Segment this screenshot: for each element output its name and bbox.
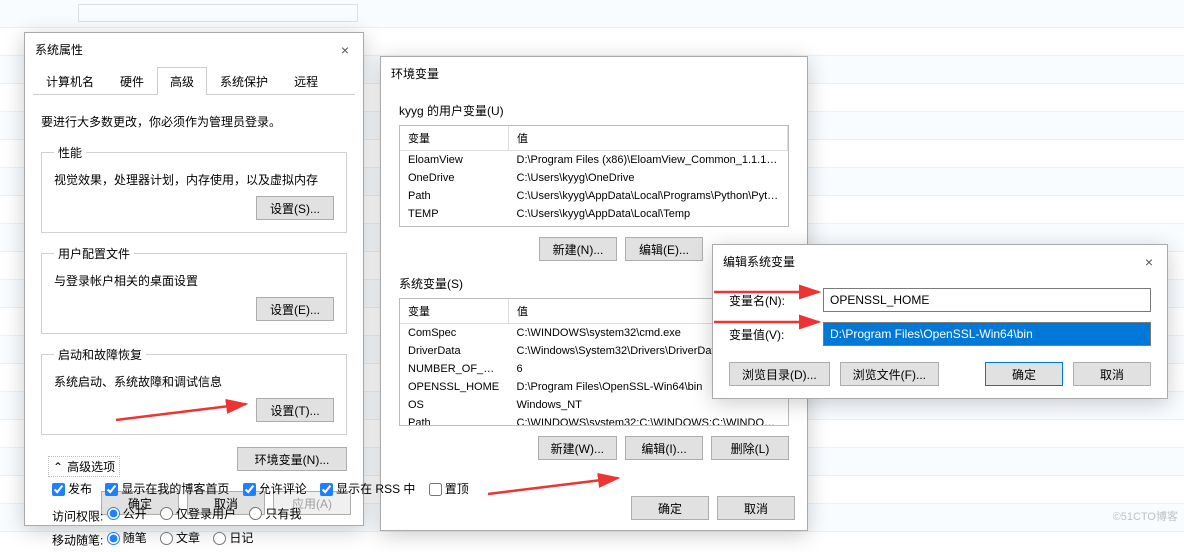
- env-ok-button[interactable]: 确定: [631, 496, 709, 520]
- sys-vars-buttons: 新建(W)... 编辑(I)... 删除(L): [399, 436, 789, 460]
- move-essay-radio[interactable]: 随笔: [107, 527, 147, 549]
- sysprops-content: 要进行大多数更改，你必须作为管理员登录。 性能 视觉效果，处理器计划，内存使用，…: [25, 95, 363, 481]
- performance-settings-button[interactable]: 设置(S)...: [256, 196, 334, 220]
- startup-text: 系统启动、系统故障和调试信息: [54, 373, 334, 390]
- user-edit-button[interactable]: 编辑(E)...: [625, 237, 703, 261]
- admin-note: 要进行大多数更改，你必须作为管理员登录。: [41, 113, 347, 130]
- performance-legend: 性能: [54, 144, 86, 161]
- tab-remote[interactable]: 远程: [281, 67, 331, 95]
- sysprops-title: 系统属性: [35, 41, 83, 58]
- show-rss-checkbox[interactable]: 显示在 RSS 中: [320, 478, 415, 500]
- table-row[interactable]: EloamViewD:\Program Files (x86)\EloamVie…: [400, 151, 788, 170]
- profiles-text: 与登录帐户相关的桌面设置: [54, 272, 334, 289]
- env-title: 环境变量: [391, 65, 439, 82]
- edit-titlebar: 编辑系统变量 ×: [713, 245, 1167, 278]
- chevron-up-icon: ⌃: [53, 460, 63, 474]
- var-value-row: 变量值(V):: [729, 322, 1151, 346]
- tab-advanced[interactable]: 高级: [157, 67, 207, 95]
- tab-hardware[interactable]: 硬件: [107, 67, 157, 95]
- browse-file-button[interactable]: 浏览文件(F)...: [840, 362, 939, 386]
- table-row[interactable]: TEMPC:\Users\kyyg\AppData\Local\Temp: [400, 205, 788, 223]
- edit-button-row: 浏览目录(D)... 浏览文件(F)... 确定 取消: [713, 356, 1167, 398]
- advanced-options-row[interactable]: ⌃ 高级选项: [48, 456, 120, 477]
- system-properties-dialog: 系统属性 × 计算机名 硬件 高级 系统保护 远程 要进行大多数更改，你必须作为…: [24, 32, 364, 526]
- table-row[interactable]: PathC:\Users\kyyg\AppData\Local\Programs…: [400, 187, 788, 205]
- var-value-label: 变量值(V):: [729, 326, 809, 343]
- advanced-options-label: 高级选项: [67, 458, 115, 475]
- close-icon[interactable]: ×: [1141, 254, 1157, 270]
- sys-new-button[interactable]: 新建(W)...: [538, 436, 617, 460]
- publish-checkbox[interactable]: 发布: [52, 478, 92, 500]
- sysprops-tabs: 计算机名 硬件 高级 系统保护 远程: [33, 66, 355, 95]
- access-public-radio[interactable]: 公开: [107, 503, 147, 525]
- access-onlyme-radio[interactable]: 只有我: [249, 503, 301, 525]
- startup-settings-button[interactable]: 设置(T)...: [256, 398, 334, 422]
- browse-directory-button[interactable]: 浏览目录(D)...: [729, 362, 830, 386]
- move-label: 移动随笔:: [52, 534, 103, 548]
- sys-edit-button[interactable]: 编辑(I)...: [625, 436, 703, 460]
- performance-group: 性能 视觉效果，处理器计划，内存使用，以及虚拟内存 设置(S)...: [41, 144, 347, 233]
- move-article-radio[interactable]: 文章: [160, 527, 200, 549]
- watermark: ©51CTO博客: [1113, 508, 1178, 524]
- edit-ok-button[interactable]: 确定: [985, 362, 1063, 386]
- profiles-group: 用户配置文件 与登录帐户相关的桌面设置 设置(E)...: [41, 245, 347, 334]
- sys-delete-button[interactable]: 删除(L): [711, 436, 789, 460]
- tab-computer-name[interactable]: 计算机名: [33, 67, 107, 95]
- env-titlebar: 环境变量: [381, 57, 807, 90]
- table-row[interactable]: OneDriveC:\Users\kyyg\OneDrive: [400, 169, 788, 187]
- table-row[interactable]: TMPC:\Users\kyyg\AppData\Local\Temp: [400, 223, 788, 227]
- var-name-label: 变量名(N):: [729, 292, 809, 309]
- partial-box-top: [78, 4, 358, 22]
- user-vars-table-wrap[interactable]: 变量值 EloamViewD:\Program Files (x86)\Eloa…: [399, 125, 789, 227]
- startup-group: 启动和故障恢复 系统启动、系统故障和调试信息 设置(T)...: [41, 346, 347, 435]
- sysprops-titlebar: 系统属性 ×: [25, 33, 363, 66]
- access-label: 访问权限:: [52, 509, 103, 523]
- var-name-row: 变量名(N):: [729, 288, 1151, 312]
- col-val[interactable]: 值: [509, 126, 788, 151]
- var-name-input[interactable]: [823, 288, 1151, 312]
- tab-system-protection[interactable]: 系统保护: [207, 67, 281, 95]
- close-icon[interactable]: ×: [337, 42, 353, 58]
- profiles-legend: 用户配置文件: [54, 245, 134, 262]
- var-value-input[interactable]: [823, 322, 1151, 346]
- user-vars-table: 变量值 EloamViewD:\Program Files (x86)\Eloa…: [400, 126, 788, 227]
- user-vars-label: kyyg 的用户变量(U): [399, 102, 789, 119]
- performance-text: 视觉效果，处理器计划，内存使用，以及虚拟内存: [54, 171, 334, 188]
- profiles-settings-button[interactable]: 设置(E)...: [256, 297, 334, 321]
- table-row[interactable]: PathC:\WINDOWS\system32;C:\WINDOWS;C:\WI…: [400, 414, 788, 426]
- show-home-checkbox[interactable]: 显示在我的博客首页: [105, 478, 229, 500]
- env-variables-button[interactable]: 环境变量(N)...: [237, 447, 347, 471]
- startup-legend: 启动和故障恢复: [54, 346, 146, 363]
- editor-options: 发布 显示在我的博客首页 允许评论 显示在 RSS 中 置顶 访问权限: 公开 …: [52, 478, 479, 552]
- access-login-radio[interactable]: 仅登录用户: [160, 503, 236, 525]
- pinned-checkbox[interactable]: 置顶: [429, 478, 469, 500]
- move-diary-radio[interactable]: 日记: [213, 527, 253, 549]
- edit-system-variable-dialog: 编辑系统变量 × 变量名(N): 变量值(V): 浏览目录(D)... 浏览文件…: [712, 244, 1168, 399]
- env-cancel-button[interactable]: 取消: [717, 496, 795, 520]
- col-var2[interactable]: 变量: [400, 299, 509, 324]
- allow-comment-checkbox[interactable]: 允许评论: [243, 478, 307, 500]
- edit-cancel-button[interactable]: 取消: [1073, 362, 1151, 386]
- col-var[interactable]: 变量: [400, 126, 509, 151]
- edit-title: 编辑系统变量: [723, 253, 795, 270]
- user-new-button[interactable]: 新建(N)...: [539, 237, 617, 261]
